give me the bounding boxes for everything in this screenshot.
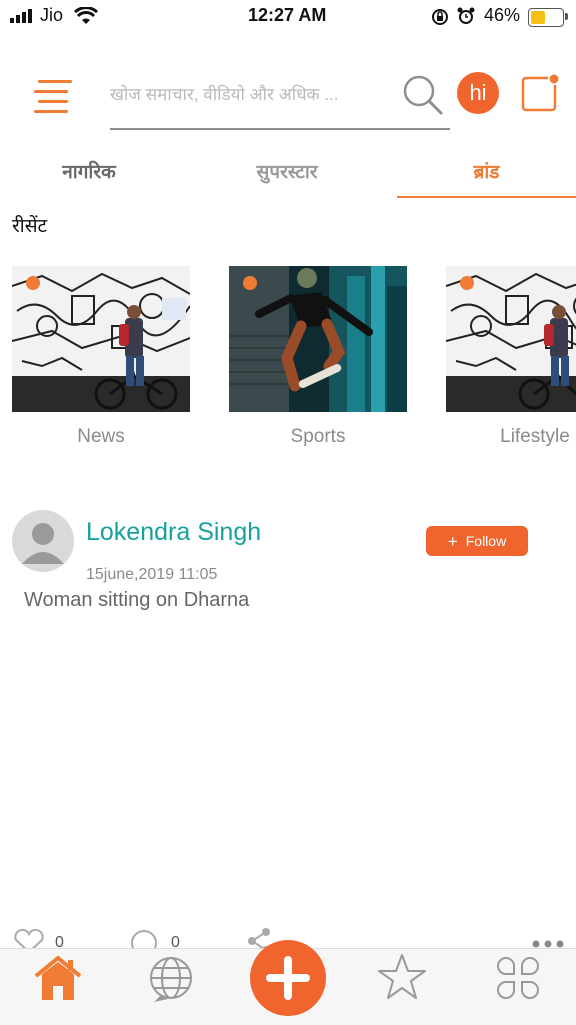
battery-icon [528, 8, 564, 27]
category-card-lifestyle[interactable]: Lifestyle [446, 266, 576, 448]
home-icon[interactable] [34, 954, 82, 1002]
tab-superstar[interactable]: सुपरस्टार [198, 158, 376, 184]
user-icon [22, 523, 64, 564]
globe-icon[interactable] [146, 954, 196, 1004]
category-label: Lifestyle [500, 426, 570, 447]
create-post-button[interactable] [250, 940, 326, 1016]
star-icon[interactable] [376, 952, 428, 1002]
sports-thumbnail[interactable] [229, 266, 407, 412]
search-bar[interactable]: खोज समाचार, वीडियो और अधिक ... [110, 70, 450, 130]
status-bar: Jio 12:27 AM 46% [0, 0, 576, 34]
tab-brand[interactable]: ब्रांड [397, 158, 576, 184]
carrier-label: Jio [40, 5, 64, 25]
post-text: Woman sitting on Dharna [24, 589, 250, 611]
post-date: 15june,2019 11:05 [86, 566, 218, 583]
category-label: News [77, 426, 125, 447]
notification-icon[interactable] [520, 72, 562, 114]
follow-label: Follow [465, 533, 507, 549]
battery-percent: 46% [484, 5, 521, 25]
news-thumbnail[interactable] [12, 266, 190, 412]
wifi-icon [74, 7, 98, 24]
alarm-icon [457, 7, 475, 24]
add-icon [266, 956, 310, 1000]
search-input[interactable]: खोज समाचार, वीडियो और अधिक ... [110, 82, 339, 105]
author-name[interactable]: Lokendra Singh [86, 518, 261, 547]
profile-avatar[interactable]: hi [457, 72, 499, 114]
clock: 12:27 AM [248, 5, 327, 25]
category-label: Sports [290, 426, 346, 447]
menu-button[interactable] [34, 76, 76, 122]
new-indicator-dot [243, 276, 257, 290]
section-title: रीसेंट [12, 216, 48, 237]
category-card-sports[interactable]: Sports [229, 266, 407, 448]
search-icon[interactable] [402, 74, 444, 116]
active-tab-indicator [397, 196, 576, 198]
signal-icon [10, 9, 32, 23]
author-avatar[interactable] [12, 510, 74, 572]
new-indicator-dot [460, 276, 474, 290]
rotation-lock-icon [432, 9, 448, 25]
category-card-news[interactable]: News [12, 266, 190, 448]
follow-button[interactable]: + Follow [426, 526, 528, 556]
tab-citizen[interactable]: नागरिक [0, 158, 178, 184]
new-indicator-dot [26, 276, 40, 290]
apps-icon[interactable] [494, 954, 542, 1002]
search-underline [110, 128, 450, 130]
plus-icon: + [447, 531, 458, 551]
